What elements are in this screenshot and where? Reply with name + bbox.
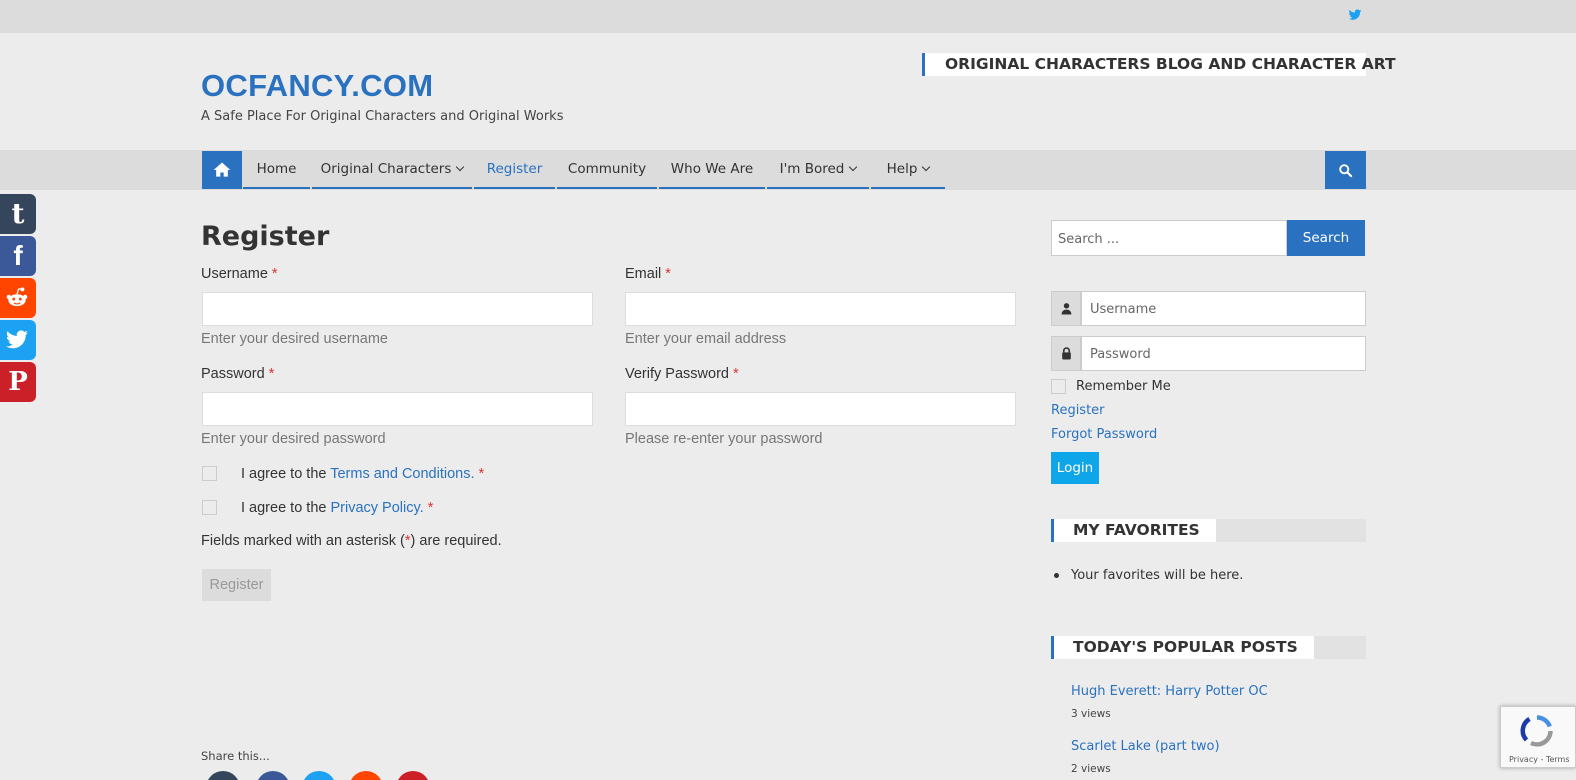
top-bar <box>0 0 1576 33</box>
username-help: Enter your desired username <box>201 331 388 347</box>
password-addon <box>1051 336 1081 371</box>
lock-icon <box>1062 347 1071 360</box>
nav-item-label: Original Characters <box>320 161 452 177</box>
chevron-down-icon <box>922 162 931 172</box>
chevron-down-icon <box>849 162 858 172</box>
username-label: Username * <box>201 266 278 282</box>
nav-home-button[interactable] <box>202 151 242 189</box>
twitter-icon[interactable] <box>1348 8 1362 22</box>
email-help: Enter your email address <box>625 331 787 347</box>
reddit-icon <box>6 287 28 307</box>
email-label: Email * <box>625 266 671 282</box>
share-tumblr-circle[interactable] <box>206 771 240 780</box>
remember-me-checkbox[interactable] <box>1051 379 1066 394</box>
site-title[interactable]: OCFANCY.COM <box>201 68 433 104</box>
nav-item-label: I'm Bored <box>779 161 845 177</box>
favorites-title: MY FAVORITES <box>1054 519 1216 542</box>
share-facebook-circle[interactable] <box>256 771 290 780</box>
nav-item-original-characters[interactable]: Original Characters <box>312 151 472 189</box>
remember-me-label: Remember Me <box>1076 379 1171 394</box>
favorites-empty-text: Your favorites will be here. <box>1071 568 1244 583</box>
password-field[interactable] <box>202 392 593 426</box>
popular-posts-title: TODAY'S POPULAR POSTS <box>1054 636 1314 659</box>
header-widget-title: ORIGINAL CHARACTERS BLOG AND CHARACTER A… <box>945 55 1396 73</box>
page-title: Register <box>201 221 330 252</box>
chevron-down-icon <box>456 162 465 172</box>
list-bullet <box>1054 573 1059 578</box>
popular-post-link[interactable]: Scarlet Lake (part two) <box>1071 739 1220 754</box>
twitter-icon <box>6 330 28 349</box>
favorites-widget-header: MY FAVORITES <box>1051 519 1366 542</box>
terms-link[interactable]: Terms and Conditions. <box>330 466 474 482</box>
site-tagline: A Safe Place For Original Characters and… <box>201 109 564 124</box>
share-facebook-button[interactable]: f <box>0 236 36 276</box>
forgot-password-link[interactable]: Forgot Password <box>1051 427 1157 442</box>
popular-post-link[interactable]: Hugh Everett: Harry Potter OC <box>1071 684 1268 699</box>
privacy-label: I agree to the Privacy Policy. * <box>241 500 434 516</box>
required-note: Fields marked with an asterisk (*) are r… <box>201 533 502 549</box>
nav-item-label: Who We Are <box>670 161 754 177</box>
pinterest-icon: P <box>8 367 28 397</box>
nav-item-label: Home <box>256 161 297 177</box>
recaptcha-badge[interactable]: Privacy - Terms <box>1500 706 1576 768</box>
share-tumblr-button[interactable]: t <box>0 194 36 234</box>
username-field[interactable] <box>202 292 593 326</box>
recaptcha-text[interactable]: Privacy - Terms <box>1509 755 1570 764</box>
popular-posts-widget-header: TODAY'S POPULAR POSTS <box>1051 636 1366 659</box>
nav-item-home[interactable]: Home <box>243 151 310 189</box>
share-pinterest-circle[interactable] <box>396 771 430 780</box>
privacy-checkbox[interactable] <box>202 500 217 515</box>
login-username-input[interactable]: Username <box>1081 291 1366 326</box>
home-icon <box>213 162 231 177</box>
password-help: Enter your desired password <box>201 431 386 447</box>
email-field[interactable] <box>625 292 1016 326</box>
recaptcha-icon <box>1520 715 1553 747</box>
terms-label: I agree to the Terms and Conditions. * <box>241 466 485 482</box>
tumblr-icon: t <box>11 197 25 230</box>
password-label: Password * <box>201 366 275 382</box>
sidebar-search-button[interactable]: Search <box>1287 220 1365 256</box>
share-reddit-button[interactable] <box>0 278 36 318</box>
share-twitter-circle[interactable] <box>302 771 336 780</box>
user-icon <box>1061 303 1072 315</box>
nav-item-im-bored[interactable]: I'm Bored <box>767 151 869 189</box>
terms-checkbox[interactable] <box>202 466 217 481</box>
nav-item-help[interactable]: Help <box>871 151 945 189</box>
username-addon <box>1051 291 1081 326</box>
share-reddit-circle[interactable] <box>349 771 383 780</box>
verify-password-field[interactable] <box>625 392 1016 426</box>
login-button[interactable]: Login <box>1051 452 1099 484</box>
popular-post-views: 3 views <box>1071 708 1111 720</box>
sidebar-register-link[interactable]: Register <box>1051 403 1105 418</box>
nav-item-register[interactable]: Register <box>474 151 555 189</box>
nav-item-community[interactable]: Community <box>557 151 657 189</box>
nav-search-button[interactable] <box>1325 151 1366 189</box>
facebook-icon: f <box>13 240 23 271</box>
privacy-link[interactable]: Privacy Policy. <box>330 500 423 516</box>
sidebar-search-input[interactable]: Search ... <box>1051 220 1287 256</box>
search-icon <box>1339 164 1353 178</box>
verify-password-label: Verify Password * <box>625 366 739 382</box>
share-pinterest-button[interactable]: P <box>0 362 36 402</box>
header-widget: ORIGINAL CHARACTERS BLOG AND CHARACTER A… <box>922 53 1396 76</box>
register-button[interactable]: Register <box>202 569 271 601</box>
nav-item-who-we-are[interactable]: Who We Are <box>659 151 765 189</box>
login-password-input[interactable]: Password <box>1081 336 1366 371</box>
verify-password-help: Please re-enter your password <box>625 431 823 447</box>
share-twitter-button[interactable] <box>0 320 36 360</box>
nav-item-label: Register <box>486 161 543 177</box>
popular-post-views: 2 views <box>1071 763 1111 775</box>
nav-item-label: Community <box>567 161 647 177</box>
share-this-label: Share this... <box>201 749 270 763</box>
nav-item-label: Help <box>886 161 918 177</box>
